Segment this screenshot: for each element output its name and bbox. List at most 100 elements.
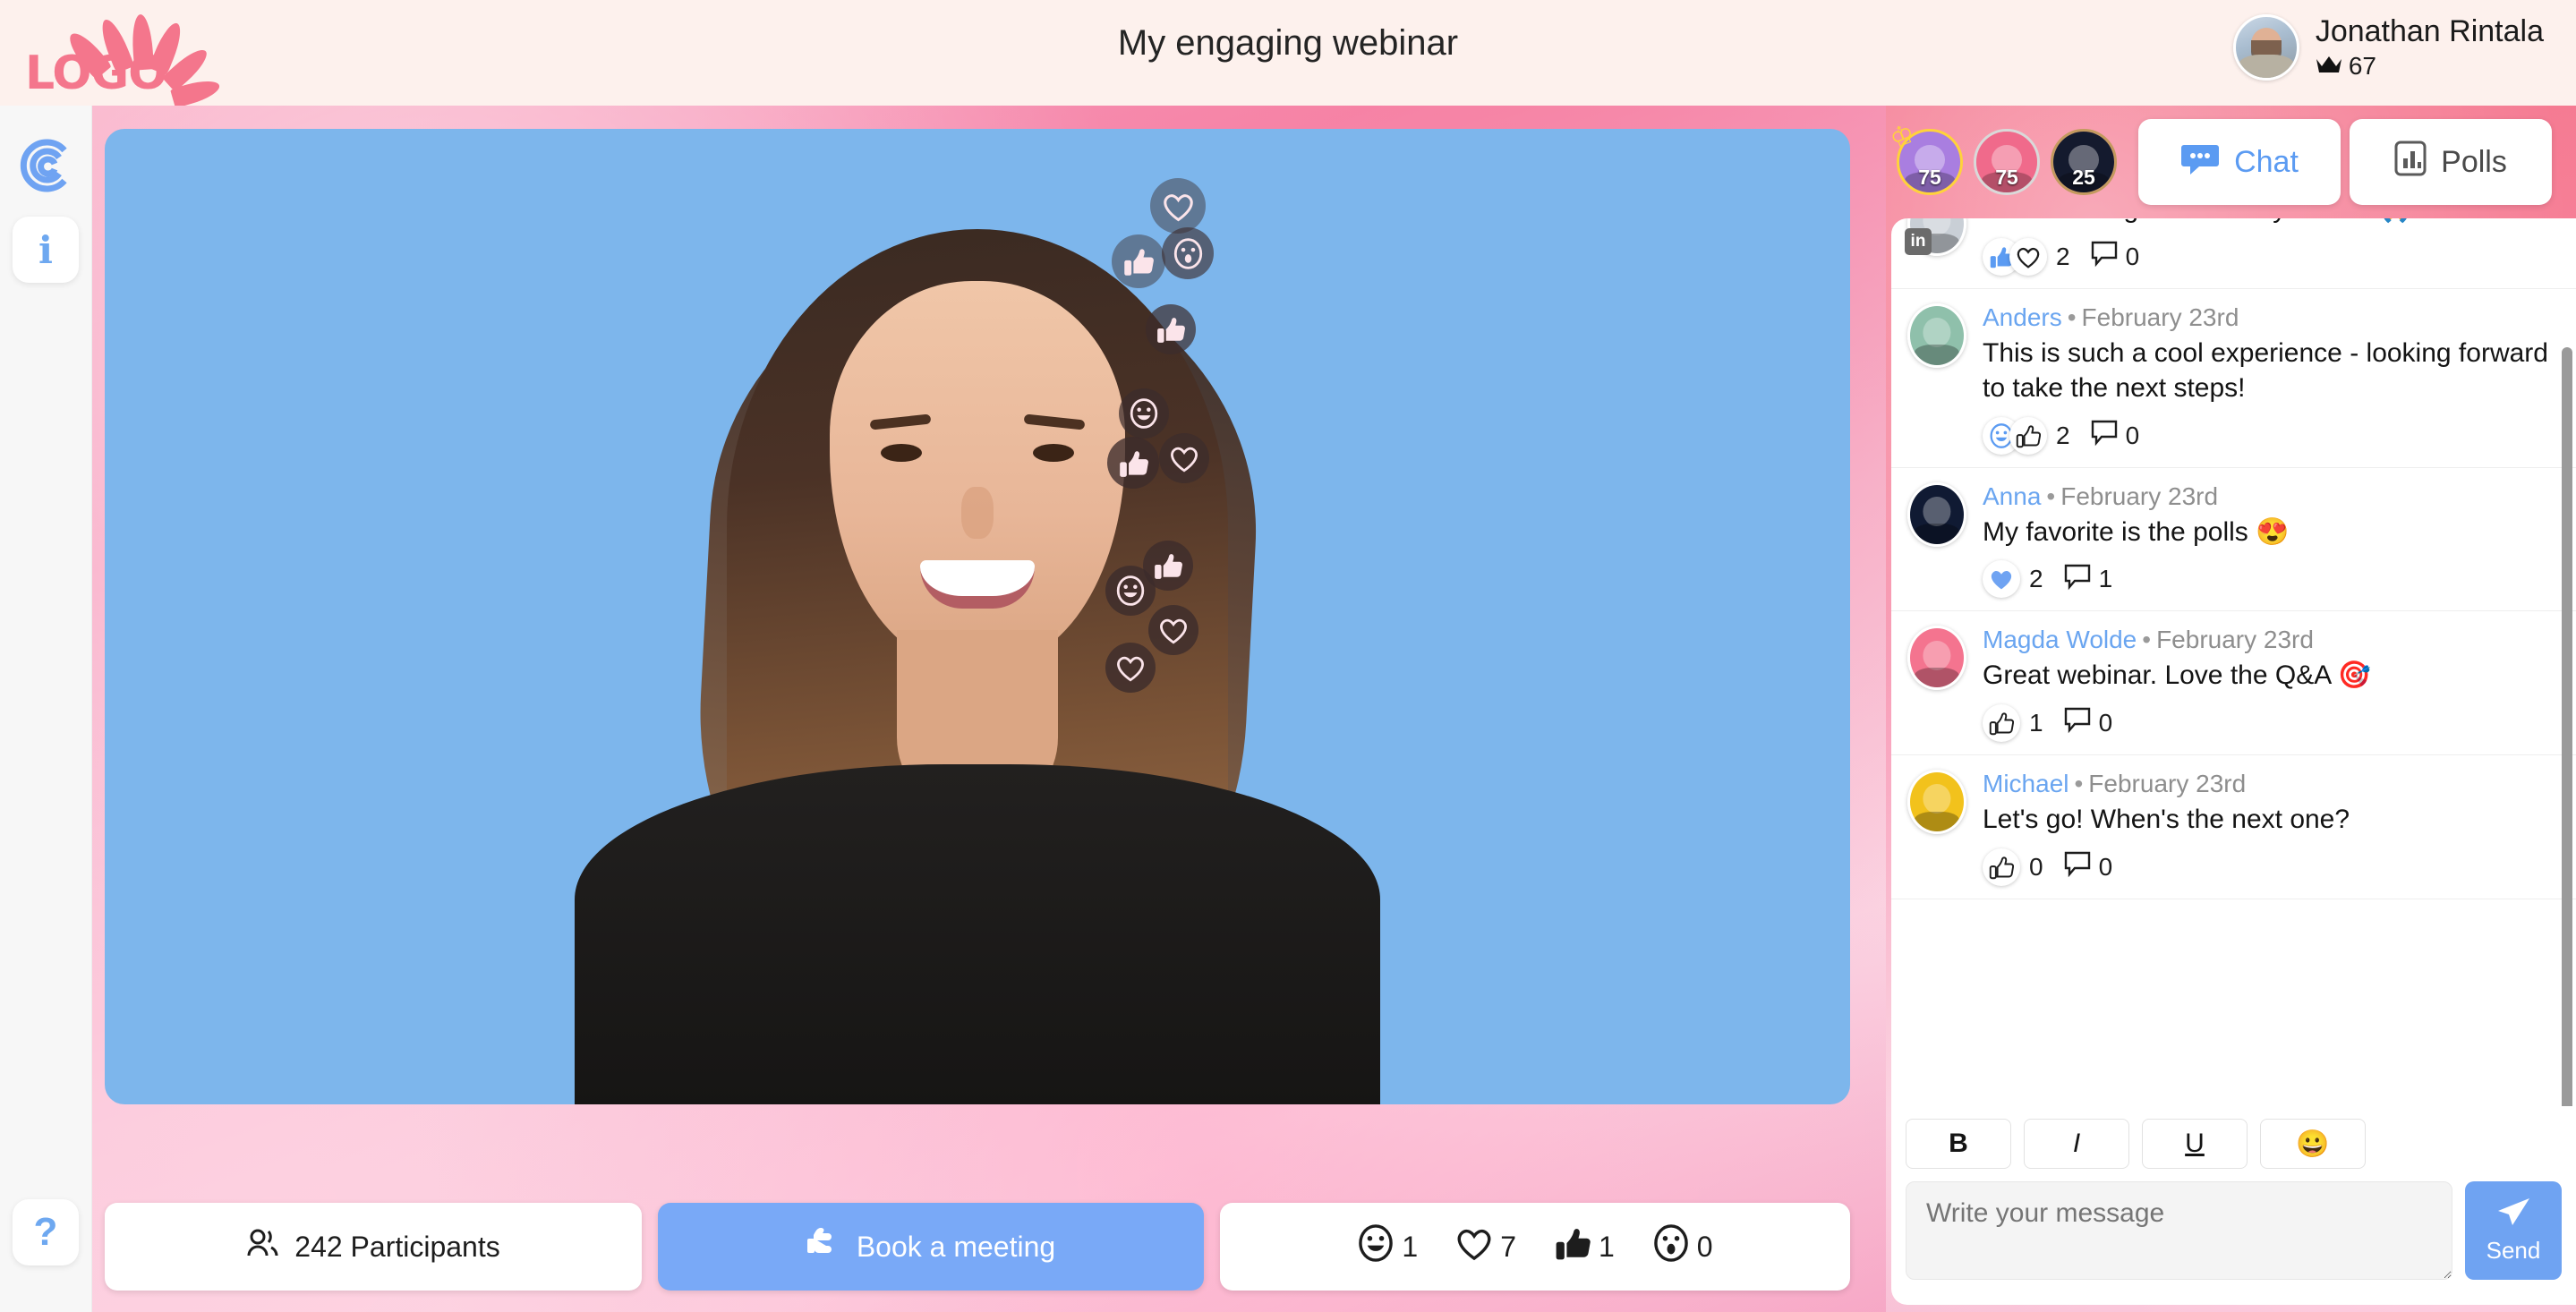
comment-group[interactable]: 0: [2063, 705, 2113, 740]
user-score: 67: [2316, 52, 2544, 79]
underline-button-label: U: [2185, 1129, 2205, 1158]
floating-reaction-smile-icon: [1119, 388, 1169, 439]
bold-button-label: B: [1949, 1129, 1968, 1158]
message-avatar[interactable]: in: [1905, 218, 1966, 256]
message-header: Michael • February 23rd: [1983, 770, 2553, 798]
reaction-count: 1: [1402, 1230, 1419, 1263]
comment-count: 0: [2098, 852, 2113, 881]
reactions-bar[interactable]: 1710: [1220, 1203, 1850, 1291]
chat-message[interactable]: Magda Wolde • February 23rd Great webinar. …: [1891, 611, 2576, 755]
heart-filled-icon[interactable]: [1983, 560, 2020, 599]
message-text: This is such a cool experience - looking…: [1983, 337, 2548, 404]
wow-icon: [1652, 1224, 1690, 1269]
webinar-app: LOGO My engaging webinar Jonathan Rintal…: [0, 0, 2576, 1312]
format-toolbar: B I U 😀: [1906, 1119, 2562, 1169]
reaction-count: 1: [1599, 1230, 1615, 1263]
top-participant-avatar[interactable]: ♔ 75: [1886, 118, 1963, 195]
comment-icon: [2063, 849, 2092, 884]
emoji-button[interactable]: 😀: [2260, 1119, 2366, 1169]
chat-scrollbar-thumb[interactable]: [2562, 347, 2572, 1171]
message-author[interactable]: Anders: [1983, 303, 2062, 331]
page-title: My engaging webinar: [1117, 23, 1459, 63]
reaction-counter-thumbs-up-icon[interactable]: 1: [1554, 1224, 1615, 1269]
floating-reaction-thumbs-up-icon: [1112, 234, 1165, 288]
avatar[interactable]: [2232, 14, 2299, 81]
message-date: February 23rd: [2088, 769, 2247, 797]
floating-reaction-thumbs-up-icon: [1107, 437, 1159, 489]
top-participant-avatar[interactable]: 75: [1974, 129, 2040, 195]
comment-icon: [2063, 562, 2092, 597]
comment-count: 0: [2125, 421, 2140, 449]
chat-message[interactable]: Anna • February 23rd My favorite is the pol…: [1891, 468, 2576, 612]
message-date: February 23rd: [2081, 302, 2239, 331]
participants-button[interactable]: 242 Participants: [105, 1203, 642, 1291]
help-icon[interactable]: ?: [13, 1199, 79, 1265]
book-meeting-label: Book a meeting: [856, 1230, 1056, 1263]
rail-item-label: i: [38, 227, 53, 272]
send-button[interactable]: Send: [2465, 1181, 2562, 1280]
tab-chat[interactable]: Chat: [2138, 119, 2341, 205]
tab-polls[interactable]: Polls: [2350, 119, 2552, 205]
reaction-count: 2: [2056, 242, 2070, 270]
book-meeting-button[interactable]: Book a meeting: [658, 1203, 1204, 1291]
reaction-counter-wow-icon[interactable]: 0: [1652, 1224, 1713, 1269]
reaction-group[interactable]: 2: [1983, 237, 2070, 276]
heart-outline-icon[interactable]: [2009, 237, 2047, 276]
tab-polls-label: Polls: [2441, 144, 2507, 179]
chat-message-list[interactable]: in Can't wait - great to see you live! 🙏 2…: [1891, 218, 2576, 1214]
message-avatar[interactable]: [1907, 769, 1966, 834]
comment-group[interactable]: 0: [2063, 849, 2113, 884]
presenter-video[interactable]: [105, 129, 1850, 1104]
comment-icon: [2090, 239, 2119, 274]
top-participant-avatar[interactable]: 25: [2051, 129, 2117, 195]
comment-count: 0: [2098, 708, 2113, 737]
message-input[interactable]: [1906, 1181, 2452, 1280]
reaction-group[interactable]: 0: [1983, 848, 2043, 886]
chat-panel-header: ♔ 75 75 25 Chat Polls: [1886, 106, 2576, 218]
comment-group[interactable]: 0: [2090, 418, 2140, 453]
pointing-hand-icon: [806, 1228, 842, 1265]
smile-icon: [1357, 1224, 1395, 1269]
message-avatar[interactable]: [1907, 626, 1966, 691]
message-header: Anna • February 23rd: [1983, 482, 2553, 511]
comment-group[interactable]: 1: [2063, 562, 2112, 597]
bold-button[interactable]: B: [1906, 1119, 2011, 1169]
thumbs-up-outline-icon[interactable]: [1983, 703, 2020, 742]
message-footer: 10: [1983, 703, 2553, 742]
thumbs-up-outline-icon[interactable]: [1983, 848, 2020, 886]
message-avatar[interactable]: [1907, 481, 1966, 547]
underline-button[interactable]: U: [2142, 1119, 2248, 1169]
reaction-count: 1: [2029, 708, 2043, 737]
message-author[interactable]: Magda Wolde: [1983, 626, 2137, 653]
message-avatar[interactable]: [1907, 302, 1966, 368]
reaction-counter-smile-icon[interactable]: 1: [1357, 1224, 1418, 1269]
reaction-group[interactable]: 2: [1983, 560, 2043, 599]
participants-icon: [246, 1228, 280, 1265]
comment-group[interactable]: 0: [2090, 239, 2139, 274]
info-icon[interactable]: i: [13, 217, 79, 283]
reaction-group[interactable]: 1: [1983, 703, 2043, 742]
broadcast-logo-icon[interactable]: [13, 132, 79, 199]
linkedin-badge: in: [1905, 228, 1932, 255]
emoji-button-label: 😀: [2296, 1129, 2330, 1159]
participant-score: 75: [1995, 166, 2018, 189]
participant-score: 75: [1918, 166, 1941, 189]
reaction-group[interactable]: 2: [1983, 416, 2070, 455]
thumbs-up-outline-icon[interactable]: [2009, 416, 2047, 455]
chat-message[interactable]: Michael • February 23rd Let's go! When's th…: [1891, 755, 2576, 899]
message-author[interactable]: Michael: [1983, 770, 2068, 797]
separator-dot: •: [2074, 769, 2084, 797]
message-header: Anders • February 23rd: [1983, 303, 2553, 332]
reaction-counter-heart-icon[interactable]: 7: [1455, 1224, 1516, 1269]
message-footer: 20: [1983, 237, 2553, 276]
message-author[interactable]: Anna: [1983, 482, 2041, 510]
chat-scrollbar[interactable]: [2562, 231, 2572, 1206]
chat-message[interactable]: in Can't wait - great to see you live! 🙏 2…: [1891, 218, 2576, 289]
reaction-count: 2: [2056, 421, 2070, 449]
top-participants: ♔ 75 75 25: [1886, 118, 2117, 195]
separator-dot: •: [2067, 302, 2077, 331]
comment-icon: [2063, 705, 2092, 740]
user-area[interactable]: Jonathan Rintala 67: [2232, 14, 2544, 81]
italic-button[interactable]: I: [2024, 1119, 2129, 1169]
chat-message[interactable]: Anders • February 23rd This is such a cool …: [1891, 289, 2576, 468]
